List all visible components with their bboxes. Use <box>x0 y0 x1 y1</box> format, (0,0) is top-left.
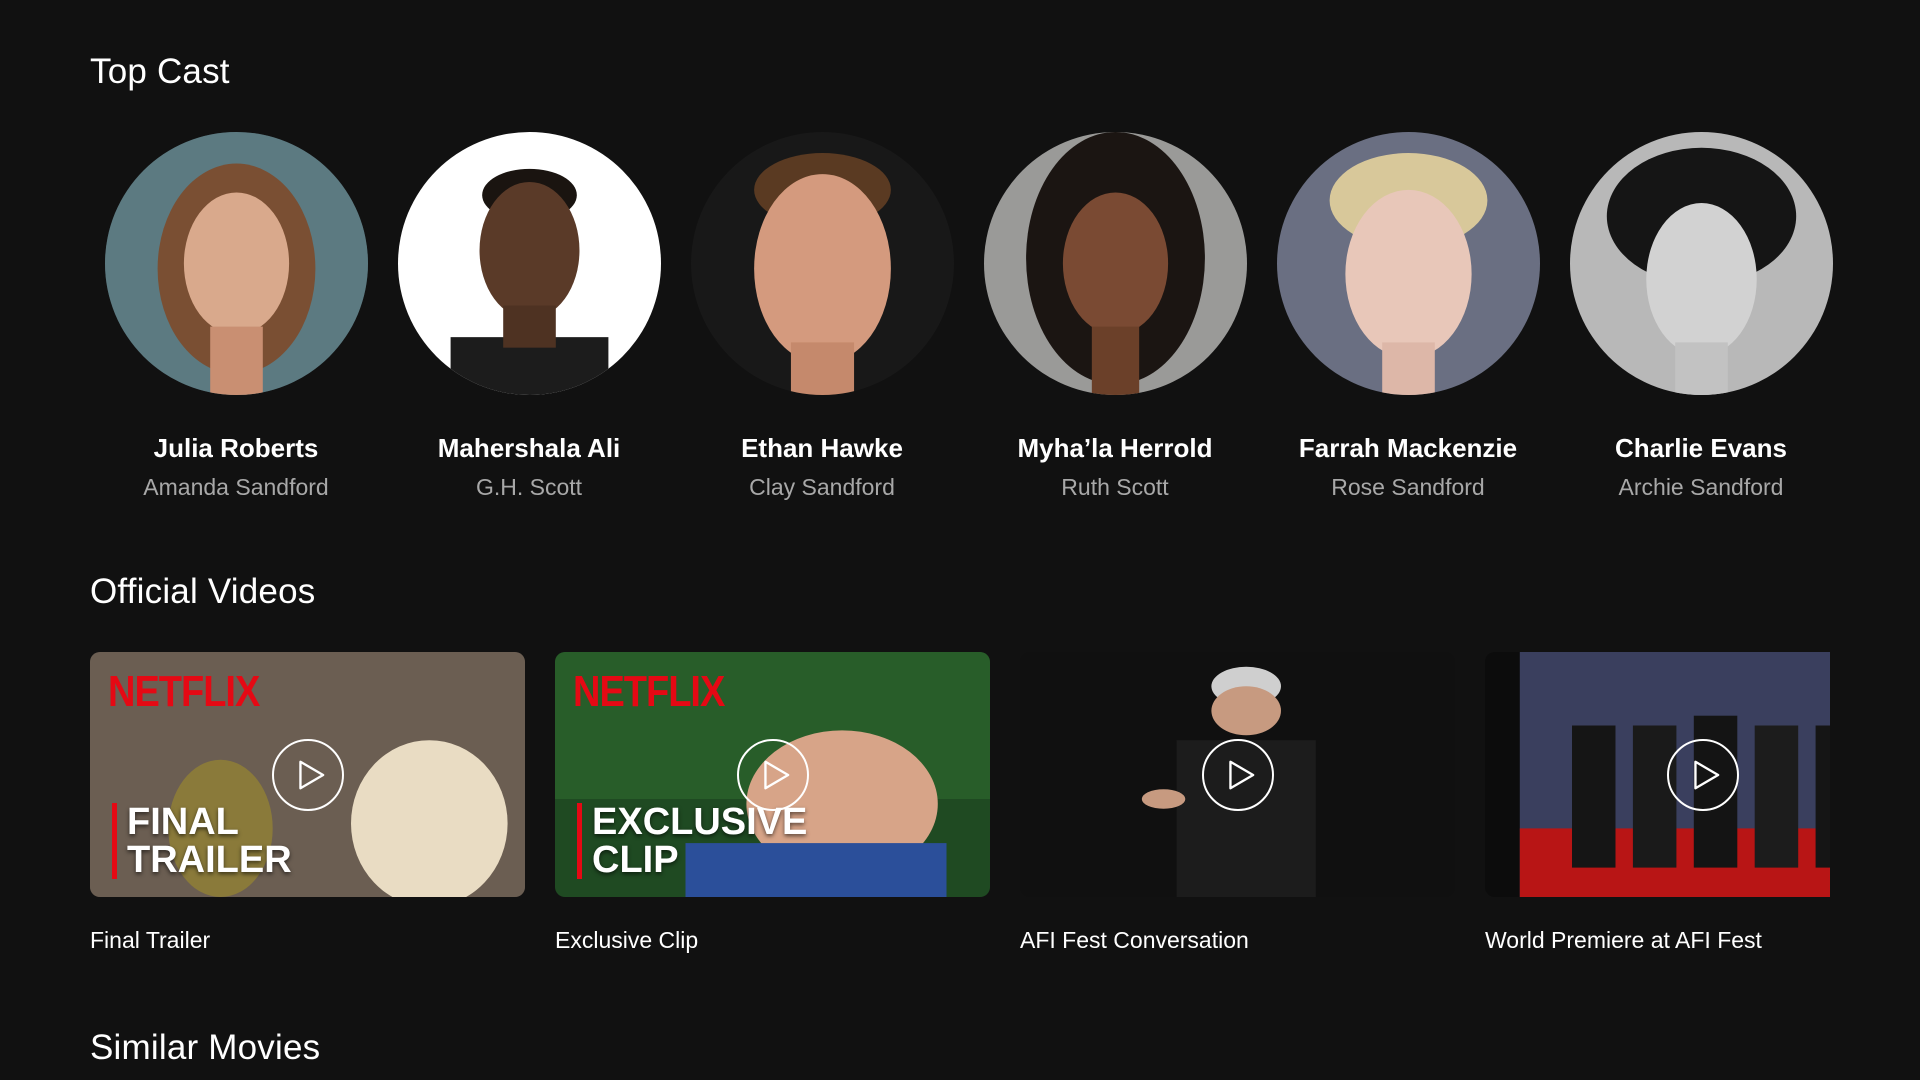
play-icon[interactable] <box>271 738 344 811</box>
similar-movies-heading: Similar Movies <box>90 1028 321 1067</box>
netflix-logo: NETFLIX <box>108 668 260 717</box>
cast-member[interactable]: Julia Roberts Amanda Sandford <box>90 132 382 501</box>
video-title[interactable]: Exclusive Clip <box>555 927 990 954</box>
actor-name: Julia Roberts <box>153 433 319 463</box>
actor-photo[interactable] <box>690 132 954 395</box>
play-icon[interactable] <box>1201 738 1274 811</box>
character-name: Clay Sandford <box>749 474 895 500</box>
video-title[interactable]: AFI Fest Conversation <box>1020 927 1455 954</box>
character-name: Archie Sandford <box>1618 474 1784 500</box>
video-card[interactable]: AFI Fest Conversation <box>1020 652 1455 954</box>
thumbnail-caption: EXCLUSIVE CLIP <box>577 803 807 879</box>
video-title[interactable]: Final Trailer <box>90 927 525 954</box>
actor-photo[interactable] <box>1569 132 1833 395</box>
top-cast-heading: Top Cast <box>90 52 230 91</box>
actor-photo[interactable] <box>104 132 368 395</box>
video-title[interactable]: World Premiere at AFI Fest <box>1485 927 1830 954</box>
video-thumbnail[interactable] <box>1485 652 1830 897</box>
actor-photo[interactable] <box>983 132 1247 395</box>
character-name: G.H. Scott <box>475 474 583 500</box>
video-card[interactable]: World Premiere at AFI Fest <box>1485 652 1830 954</box>
netflix-logo: NETFLIX <box>573 668 725 717</box>
cast-member[interactable]: Farrah Mackenzie Rose Sandford <box>1262 132 1554 501</box>
video-thumbnail[interactable]: NETFLIX EXCLUSIVE CLIP <box>555 652 990 897</box>
actor-photo[interactable] <box>1276 132 1540 395</box>
actor-name: Ethan Hawke <box>741 433 903 463</box>
character-name: Rose Sandford <box>1331 474 1485 500</box>
play-icon[interactable] <box>1666 738 1739 811</box>
video-thumbnail[interactable]: NETFLIX FINAL TRAILER <box>90 652 525 897</box>
cast-member[interactable]: Mahershala Ali G.H. Scott <box>383 132 675 501</box>
thumbnail-caption: FINAL TRAILER <box>112 803 292 879</box>
cast-list: Julia Roberts Amanda Sandford Mahershala… <box>90 132 1880 512</box>
character-name: Ruth Scott <box>1061 474 1169 500</box>
cast-member[interactable]: Ethan Hawke Clay Sandford <box>676 132 968 501</box>
videos-list: NETFLIX FINAL TRAILER Final Trailer NETF… <box>90 652 1830 982</box>
actor-name: Mahershala Ali <box>437 433 621 463</box>
cast-member[interactable]: Charlie Evans Archie Sandford <box>1555 132 1847 501</box>
video-card[interactable]: NETFLIX FINAL TRAILER Final Trailer <box>90 652 525 954</box>
actor-name: Myha’la Herrold <box>1017 433 1213 463</box>
video-thumbnail[interactable] <box>1020 652 1455 897</box>
video-card[interactable]: NETFLIX EXCLUSIVE CLIP Exclusive Clip <box>555 652 990 954</box>
character-name: Amanda Sandford <box>143 474 329 500</box>
actor-name: Charlie Evans <box>1615 433 1787 463</box>
cast-member[interactable]: Myha’la Herrold Ruth Scott <box>969 132 1261 501</box>
official-videos-heading: Official Videos <box>90 572 316 611</box>
actor-name: Farrah Mackenzie <box>1298 433 1518 463</box>
actor-photo[interactable] <box>397 132 661 395</box>
play-icon[interactable] <box>736 738 809 811</box>
movie-details-page: Top Cast Julia Roberts Amanda Sandford M… <box>0 0 1920 1080</box>
